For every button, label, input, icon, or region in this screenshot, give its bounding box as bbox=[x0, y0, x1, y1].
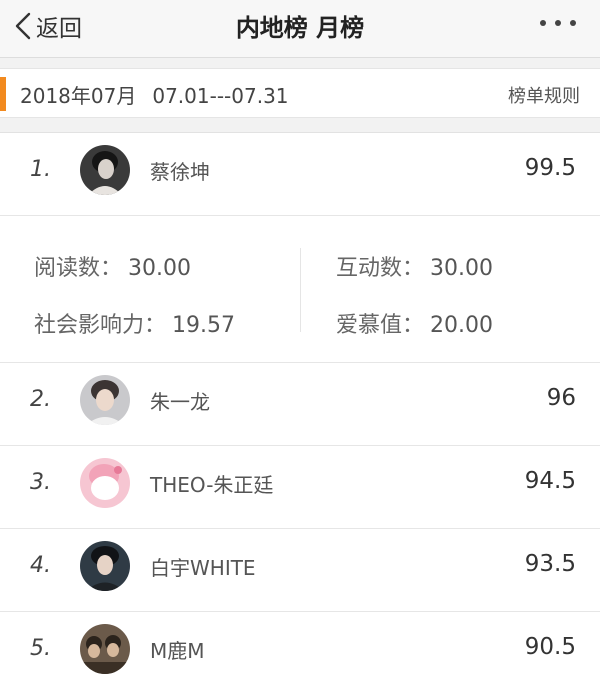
artist-name: 蔡徐坤 bbox=[150, 160, 210, 184]
rank-number: 4. bbox=[30, 553, 51, 578]
metric-love: 爱慕值： 20.00 bbox=[336, 307, 493, 339]
rank-number: 1. bbox=[30, 157, 51, 182]
avatar bbox=[80, 624, 130, 674]
page-title: 内地榜 月榜 bbox=[235, 14, 365, 42]
metric-interactions: 互动数： 30.00 bbox=[336, 250, 493, 282]
metric-reads-value: 30.00 bbox=[128, 256, 191, 281]
score: 96 bbox=[546, 385, 576, 411]
metric-love-value: 20.00 bbox=[430, 313, 493, 338]
avatar bbox=[80, 375, 130, 425]
detail-divider bbox=[300, 248, 301, 332]
score-detail-panel: 阅读数： 30.00 互动数： 30.00 社会影响力： 19.57 爱慕值： 20.0… bbox=[0, 216, 600, 363]
period-bar: 2018年07月 07.01---07.31 榜单规则 bbox=[0, 68, 600, 118]
metric-influence: 社会影响力： 19.57 bbox=[34, 307, 235, 339]
metric-love-label: 爱慕值： bbox=[336, 313, 425, 338]
artist-name: M鹿M bbox=[150, 639, 205, 663]
metric-interactions-value: 30.00 bbox=[430, 256, 493, 281]
score: 93.5 bbox=[524, 551, 576, 577]
period-accent-marker bbox=[0, 77, 6, 111]
metric-influence-value: 19.57 bbox=[172, 313, 235, 338]
ranking-list: 1. 蔡徐坤 99.5 阅读数： 30.00 互动数： 30.00 社会影响力： 19… bbox=[0, 132, 600, 692]
avatar bbox=[80, 541, 130, 591]
artist-name: 朱一龙 bbox=[150, 390, 210, 414]
score: 90.5 bbox=[524, 634, 576, 660]
ranking-row-3[interactable]: 3. THEO-朱正廷 94.5 bbox=[0, 446, 600, 529]
avatar bbox=[80, 145, 130, 195]
metric-interactions-label: 互动数： bbox=[336, 256, 425, 281]
ranking-row-1[interactable]: 1. 蔡徐坤 99.5 bbox=[0, 133, 600, 216]
artist-name: 白宇WHITE bbox=[150, 556, 256, 580]
metric-influence-label: 社会影响力： bbox=[34, 313, 167, 338]
metric-reads-label: 阅读数： bbox=[34, 256, 123, 281]
rank-number: 2. bbox=[30, 387, 51, 412]
ranking-row-4[interactable]: 4. 白宇WHITE 93.5 bbox=[0, 529, 600, 612]
ranking-row-2[interactable]: 2. 朱一龙 96 bbox=[0, 363, 600, 446]
rank-number: 5. bbox=[30, 636, 51, 661]
top-nav-bar: 返回 内地榜 月榜 bbox=[0, 0, 600, 58]
ranking-row-5[interactable]: 5. M鹿M 90.5 bbox=[0, 612, 600, 692]
score: 99.5 bbox=[524, 155, 576, 181]
rules-link[interactable]: 榜单规则 bbox=[508, 82, 580, 108]
period-month: 2018年07月 bbox=[20, 84, 137, 108]
rank-number: 3. bbox=[30, 470, 51, 495]
score: 94.5 bbox=[524, 468, 576, 494]
period-label: 2018年07月 07.01---07.31 bbox=[20, 80, 289, 109]
period-range: 07.01---07.31 bbox=[152, 84, 289, 108]
metric-reads: 阅读数： 30.00 bbox=[34, 250, 191, 282]
artist-name: THEO-朱正廷 bbox=[150, 473, 274, 497]
avatar bbox=[80, 458, 130, 508]
more-dots-icon[interactable] bbox=[538, 18, 578, 30]
